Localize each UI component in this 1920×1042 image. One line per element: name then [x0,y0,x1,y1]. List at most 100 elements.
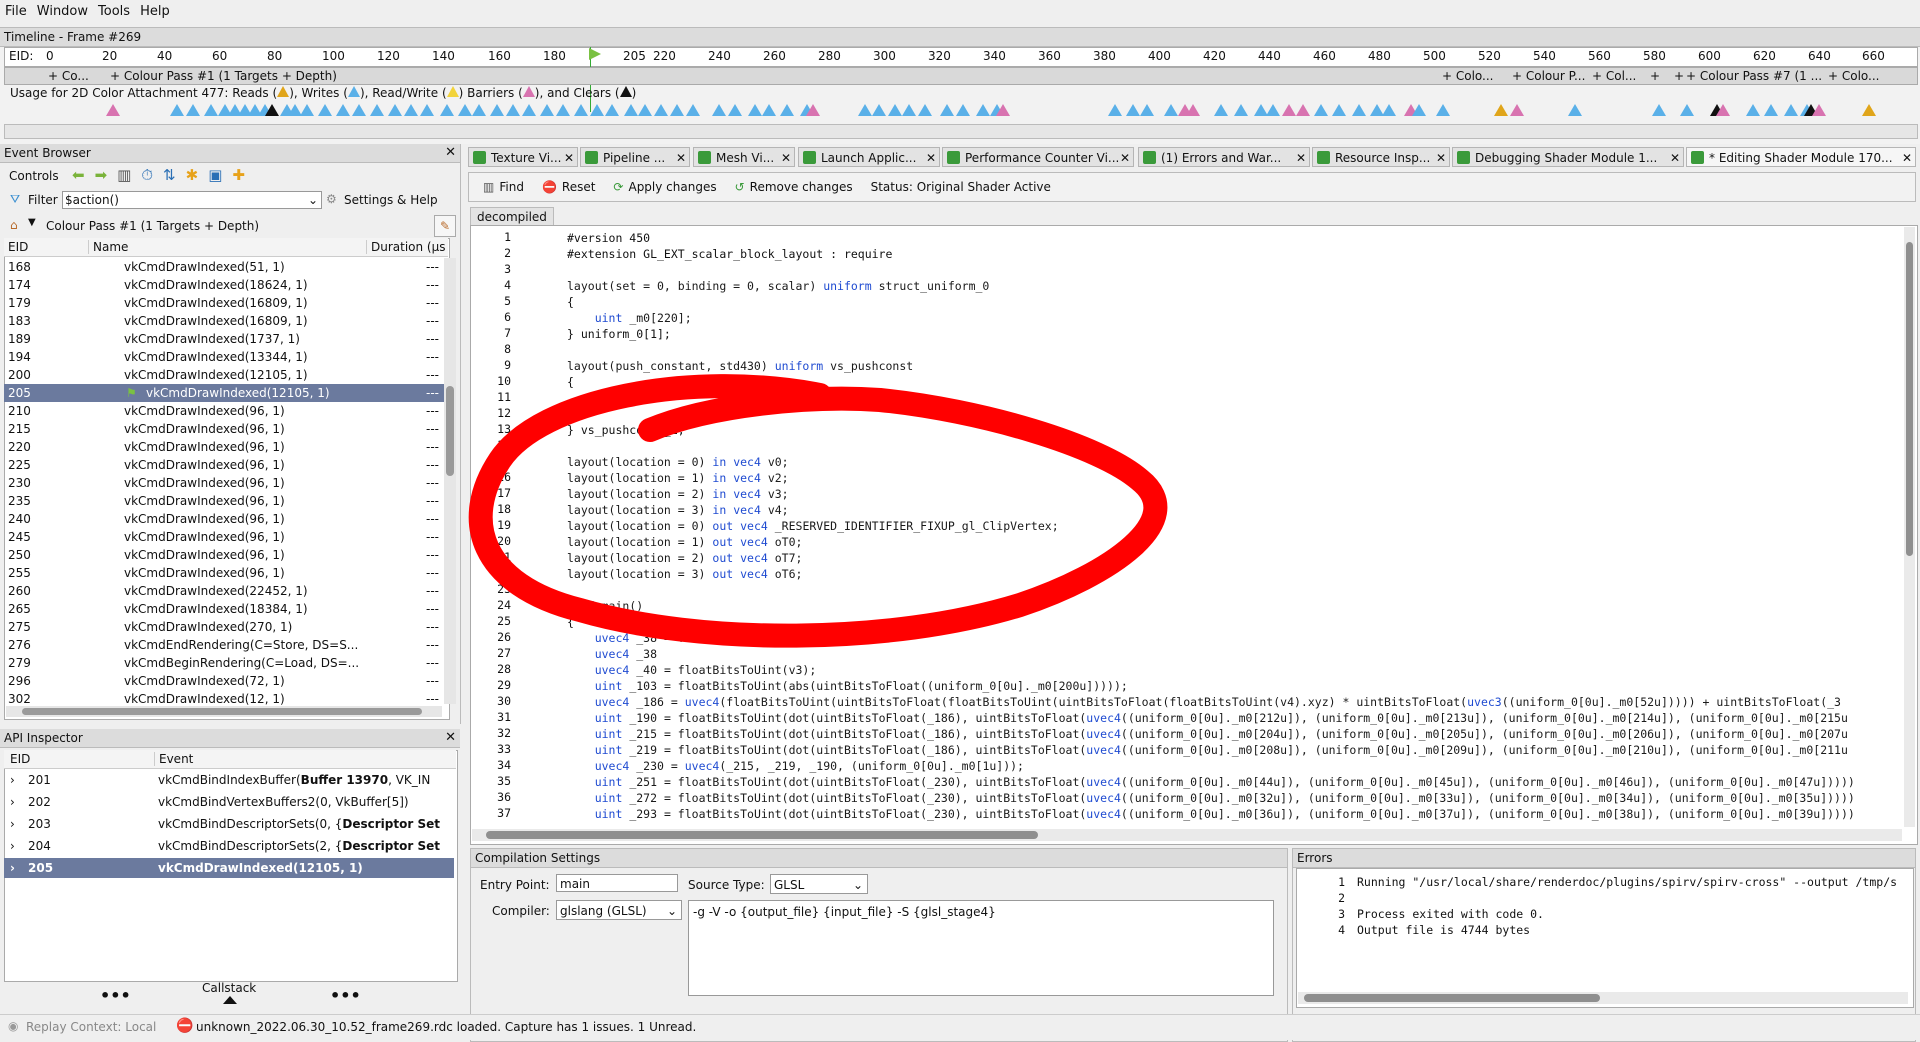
col-eid[interactable]: EID [8,240,28,254]
usage-marker[interactable] [204,104,218,116]
timeline-pass-label[interactable]: + Colour Pass #1 (1 Targets + Depth) [110,69,337,83]
tab-close-icon[interactable]: ✕ [564,148,574,166]
usage-marker[interactable] [670,104,684,116]
api-inspector-close-icon[interactable]: ✕ [445,729,456,747]
editor-hscroll[interactable] [472,829,1902,841]
event-row[interactable]: 205 vkCmdDrawIndexed(12105, 1) --- ⚑ [4,384,446,402]
usage-marker[interactable] [1214,104,1228,116]
tab-close-icon[interactable]: ✕ [781,148,791,166]
usage-marker[interactable] [506,104,520,116]
puzzle-icon[interactable]: ✚ [232,166,245,184]
event-row[interactable]: 279 vkCmdBeginRendering(C=Load, DS=... --- [4,654,446,672]
usage-marker[interactable] [996,104,1010,116]
edit-pencil-icon[interactable]: ✎ [434,215,456,237]
usage-marker[interactable] [458,104,472,116]
tab-close-icon[interactable]: ✕ [1120,148,1130,166]
api-row[interactable]: › 202 vkCmdBindVertexBuffers2(0, VkBuffer[… [4,792,454,812]
nav-forward-icon[interactable]: ➡ [95,166,108,184]
usage-marker[interactable] [336,104,350,116]
usage-marker[interactable] [388,104,402,116]
menu-tools[interactable]: Tools [93,4,135,19]
event-row[interactable]: 255 vkCmdDrawIndexed(96, 1) --- [4,564,446,582]
usage-marker[interactable] [762,104,776,116]
tab-close-icon[interactable]: ✕ [1670,148,1680,166]
editor-tab[interactable]: Resource Insp... ✕ [1312,147,1450,167]
usage-marker[interactable] [1186,104,1200,116]
usage-marker[interactable] [605,104,619,116]
usage-marker[interactable] [420,104,434,116]
usage-marker[interactable] [352,104,366,116]
usage-marker[interactable] [556,104,570,116]
editor-tab[interactable]: (1) Errors and War... ✕ [1138,147,1310,167]
usage-marker[interactable] [1568,104,1582,116]
editor-vscroll[interactable] [1904,227,1915,827]
source-type-select[interactable]: GLSL ⌄ [770,874,868,894]
usage-marker[interactable] [686,104,700,116]
code-line[interactable]: uvec4 _186 = uvec4(floatBitsToUint(uintB… [567,694,1841,710]
usage-marker[interactable] [918,104,932,116]
event-row[interactable]: 245 vkCmdDrawIndexed(96, 1) --- [4,528,446,546]
usage-marker[interactable] [1510,104,1524,116]
timeline-scrollbar[interactable] [4,124,1918,139]
tab-close-icon[interactable]: ✕ [926,148,936,166]
api-row[interactable]: › 204 vkCmdBindDescriptorSets(2, {Descript… [4,836,454,856]
timeline-pass-label[interactable]: + Col... [1592,69,1636,83]
usage-marker[interactable] [976,104,990,116]
timeline-pass-label[interactable]: + Colour Pass #7 (1 ... [1686,69,1822,83]
usage-marker[interactable] [1266,104,1280,116]
event-row[interactable]: 210 vkCmdDrawIndexed(96, 1) --- [4,402,446,420]
usage-marker[interactable] [940,104,954,116]
event-row[interactable]: 174 vkCmdDrawIndexed(18624, 1) --- [4,276,446,294]
usage-marker[interactable] [1282,104,1296,116]
usage-marker[interactable] [1412,104,1426,116]
event-row[interactable]: 230 vkCmdDrawIndexed(96, 1) --- [4,474,446,492]
expand-chevron-icon[interactable]: › [10,792,15,812]
apply-changes-button[interactable]: ⟳ Apply changes [613,180,716,194]
usage-marker[interactable] [1382,104,1396,116]
api-row[interactable]: › 205 vkCmdDrawIndexed(12105, 1) [4,858,454,878]
code-line[interactable]: uint _293 = floatBitsToUint(dot(uintBits… [567,806,1855,822]
event-row[interactable]: 179 vkCmdDrawIndexed(16809, 1) --- [4,294,446,312]
event-row[interactable]: 275 vkCmdDrawIndexed(270, 1) --- [4,618,446,636]
event-row[interactable]: 168 vkCmdDrawIndexed(51, 1) --- [4,258,446,276]
event-row[interactable]: 200 vkCmdDrawIndexed(12105, 1) --- [4,366,446,384]
callstack-right-handle-icon[interactable]: ••• [330,986,361,1005]
usage-marker[interactable] [806,104,820,116]
reset-button[interactable]: ⛔ Reset [542,180,595,194]
usage-marker[interactable] [712,104,726,116]
usage-marker[interactable] [872,104,886,116]
event-list-vscroll[interactable] [444,258,456,704]
col-name[interactable]: Name [88,240,128,254]
timeline-pass-label[interactable]: + Colour P... [1512,69,1585,83]
editor-tab[interactable]: Debugging Shader Module 1... ✕ [1452,147,1684,167]
event-row[interactable]: 189 vkCmdDrawIndexed(1737, 1) --- [4,330,446,348]
usage-marker[interactable] [1332,104,1346,116]
remove-changes-button[interactable]: ↺ Remove changes [735,180,853,194]
usage-marker[interactable] [540,104,554,116]
usage-marker[interactable] [318,104,332,116]
editor-tab[interactable]: Texture Vi... ✕ [468,147,578,167]
compiler-args-textarea[interactable]: -g -V -o {output_file} {input_file} -S {… [688,900,1274,996]
usage-marker[interactable] [1862,104,1876,116]
code-line[interactable]: { [567,294,574,310]
usage-marker[interactable] [1352,104,1366,116]
usage-marker[interactable] [300,104,314,116]
code-line[interactable]: uvec4 _40 = floatBitsToUint(v3); [567,662,817,678]
usage-marker[interactable] [1126,104,1140,116]
expand-chevron-icon[interactable]: › [10,836,15,856]
usage-marker[interactable] [472,104,486,116]
callstack-label[interactable]: Callstack [202,981,256,995]
usage-marker[interactable] [490,104,504,116]
editor-tab[interactable]: Performance Counter Vi... ✕ [942,147,1134,167]
event-row[interactable]: 250 vkCmdDrawIndexed(96, 1) --- [4,546,446,564]
jump-icon[interactable]: ⇅ [163,166,176,184]
event-row[interactable]: 276 vkCmdEndRendering(C=Store, DS=S... --- [4,636,446,654]
code-line[interactable]: uint _272 = floatBitsToUint(dot(uintBits… [567,790,1855,806]
code-line[interactable]: uvec4 _230 = uvec4(_215, _219, _190, (un… [567,758,1024,774]
expand-chevron-icon[interactable]: › [10,770,15,790]
event-browser-close-icon[interactable]: ✕ [445,144,456,162]
usage-marker[interactable] [170,104,184,116]
usage-marker[interactable] [1494,104,1508,116]
code-line[interactable]: uint _103 = floatBitsToUint(abs(uintBits… [567,678,1128,694]
usage-marker[interactable] [654,104,668,116]
